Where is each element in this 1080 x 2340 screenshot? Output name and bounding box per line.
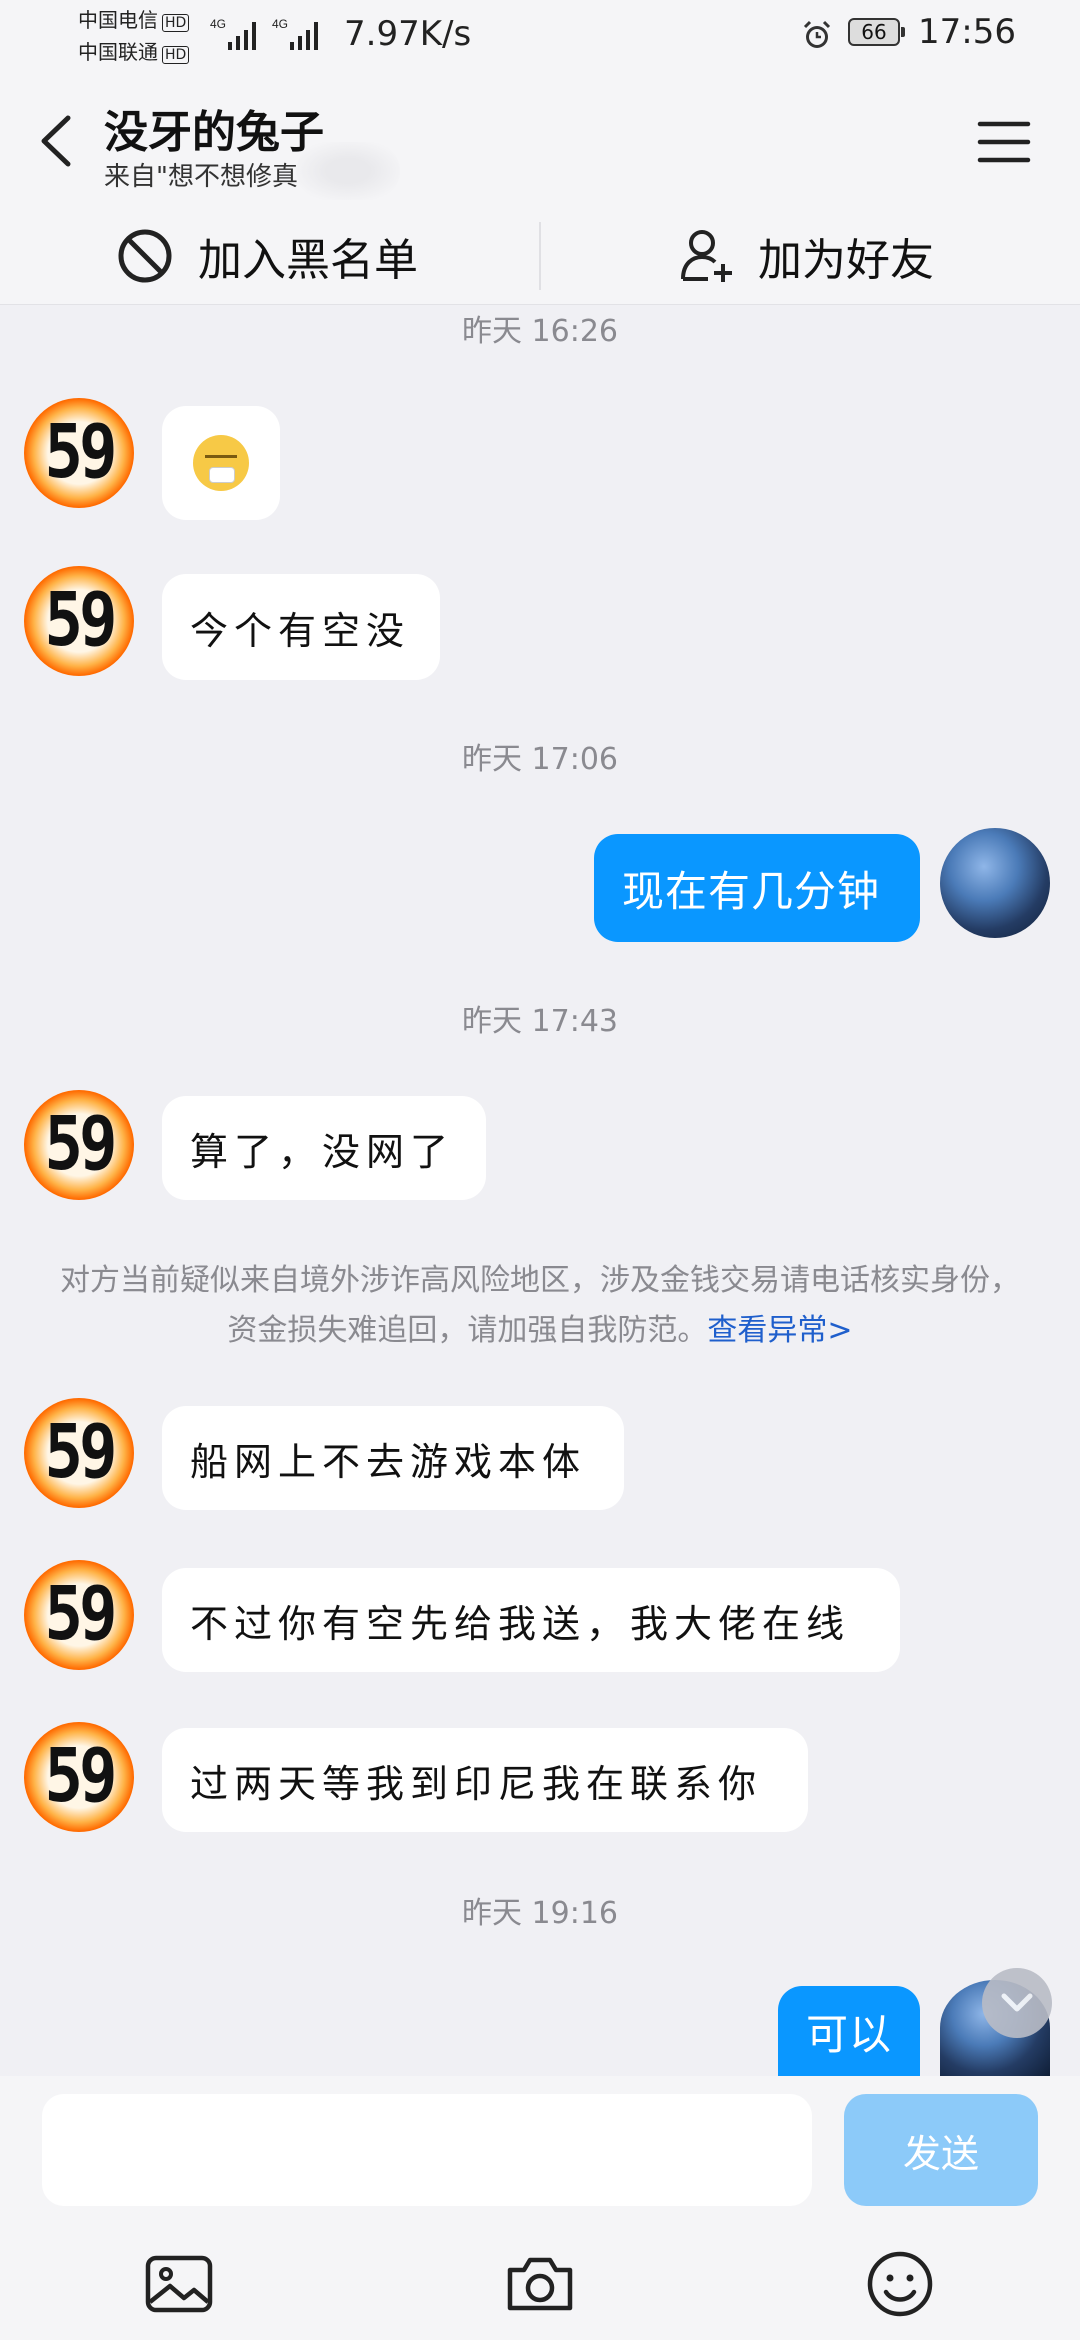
signal-icon-2: 4G <box>272 17 318 50</box>
contact-avatar[interactable]: 59 <box>24 398 134 508</box>
contact-avatar[interactable]: 59 <box>24 1722 134 1832</box>
message-input[interactable] <box>42 2094 812 2206</box>
carrier-2: 中国联通 HD <box>78 40 190 64</box>
hamburger-menu-icon[interactable] <box>976 114 1032 170</box>
fraud-warning: 对方当前疑似来自境外涉诈高风险地区，涉及金钱交易请电话核实身份，资金损失难追回，… <box>60 1256 1020 1356</box>
message-bubble[interactable]: 不过你有空先给我送，我大佬在线 <box>162 1568 900 1672</box>
message-bubble-emoji[interactable] <box>162 406 280 520</box>
signal-icon: 4G <box>210 17 256 50</box>
carrier-1: 中国电信 HD <box>78 8 190 32</box>
stranger-action-bar: 加入黑名单 加为好友 <box>0 208 1080 305</box>
chevron-down-icon[interactable] <box>982 1968 1052 2038</box>
add-friend-label: 加为好友 <box>758 235 934 286</box>
message-bubble-outgoing[interactable]: 现在有几分钟 <box>594 834 920 942</box>
contact-avatar[interactable]: 59 <box>24 566 134 676</box>
image-icon[interactable] <box>142 2246 218 2322</box>
action-divider <box>539 222 541 290</box>
block-button[interactable]: 加入黑名单 <box>116 208 418 304</box>
chat-title: 没牙的兔子 <box>104 107 324 158</box>
message-bubble[interactable]: 船网上不去游戏本体 <box>162 1406 624 1510</box>
blurred-redaction <box>296 142 400 200</box>
chat-header: 没牙的兔子 来自"想不想修真 区"群 <box>0 76 1080 209</box>
my-avatar[interactable] <box>940 828 1050 938</box>
emoji-icon[interactable] <box>862 2246 938 2322</box>
camera-icon[interactable] <box>502 2246 578 2322</box>
message-bubble[interactable]: 算了，没网了 <box>162 1096 486 1200</box>
message-bubble-outgoing[interactable]: 可以 <box>778 1986 920 2076</box>
message-bubble[interactable]: 过两天等我到印尼我在联系你 <box>162 1728 808 1832</box>
timestamp: 昨天 19:16 <box>462 1896 618 1931</box>
send-button[interactable]: 发送 <box>844 2094 1038 2206</box>
status-bar: 中国电信 HD 中国联通 HD 4G 4G 7.97K/s 66 17:56 <box>0 0 1080 76</box>
battery-indicator: 66 <box>848 18 905 46</box>
block-label: 加入黑名单 <box>198 235 418 286</box>
back-arrow-icon[interactable] <box>28 106 88 176</box>
contact-avatar[interactable]: 59 <box>24 1090 134 1200</box>
timestamp: 昨天 16:26 <box>462 314 618 349</box>
prohibit-icon <box>118 229 172 283</box>
alarm-icon <box>803 20 831 48</box>
message-bubble[interactable]: 今个有空没 <box>162 574 440 680</box>
timestamp: 昨天 17:06 <box>462 742 618 777</box>
svg-text:4G: 4G <box>272 17 288 31</box>
timestamp: 昨天 17:43 <box>462 1004 618 1039</box>
fraud-warning-text: 对方当前疑似来自境外涉诈高风险地区，涉及金钱交易请电话核实身份，资金损失难追回，… <box>60 1263 1020 1348</box>
view-anomaly-link[interactable]: 查看异常> <box>707 1313 852 1348</box>
add-friend-button[interactable]: 加为好友 <box>680 208 934 304</box>
network-speed: 7.97K/s <box>344 14 472 54</box>
masked-face-emoji-icon <box>193 435 249 491</box>
clock: 17:56 <box>918 12 1016 52</box>
contact-avatar[interactable]: 59 <box>24 1560 134 1670</box>
svg-text:4G: 4G <box>210 17 226 31</box>
contact-avatar[interactable]: 59 <box>24 1398 134 1508</box>
add-person-icon <box>681 230 732 282</box>
input-area: 发送 <box>0 2076 1080 2340</box>
